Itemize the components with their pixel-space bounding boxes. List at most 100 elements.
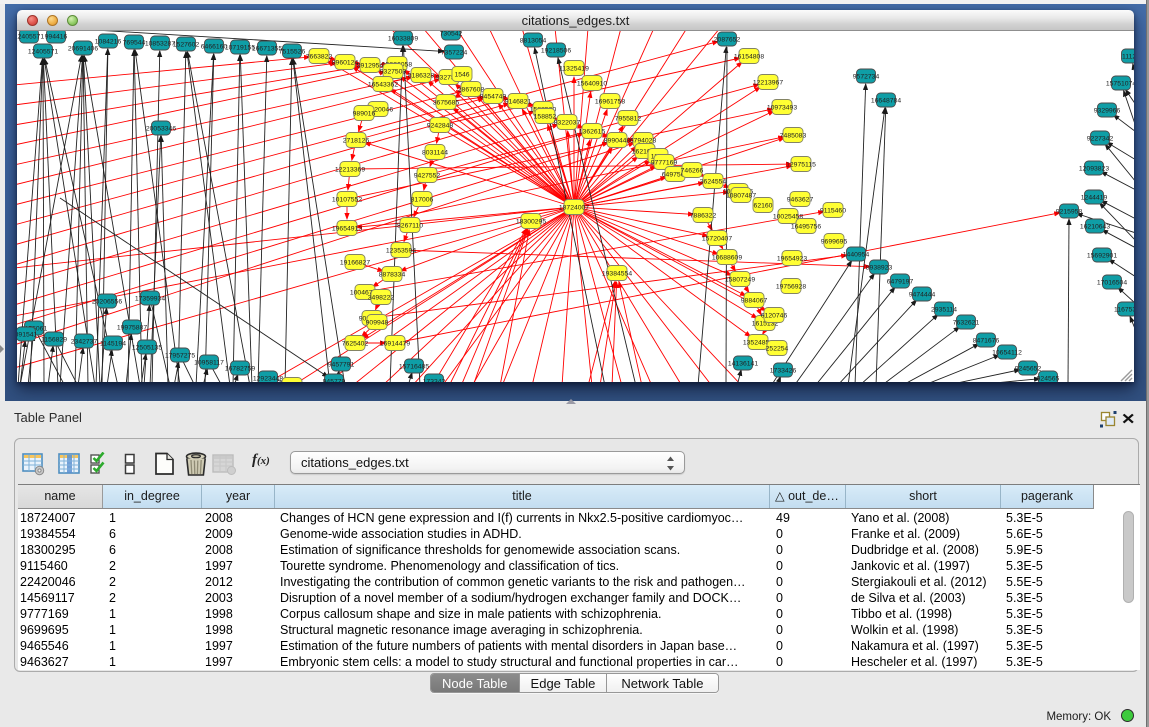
svg-text:12353594: 12353594 [386, 248, 416, 255]
svg-text:1362615: 1362615 [579, 129, 606, 136]
svg-text:9884067: 9884067 [741, 298, 768, 305]
svg-text:19756928: 19756928 [776, 284, 806, 291]
svg-text:19218506: 19218506 [541, 48, 571, 55]
svg-text:9463627: 9463627 [787, 197, 814, 204]
svg-text:9115460: 9115460 [820, 208, 846, 215]
svg-text:12093823: 12093823 [1079, 166, 1109, 173]
svg-text:12213369: 12213369 [335, 167, 365, 174]
svg-text:8267110: 8267110 [397, 223, 423, 230]
svg-text:7357224: 7357224 [441, 50, 468, 57]
svg-text:769544: 769544 [123, 40, 146, 47]
svg-text:62160: 62160 [754, 203, 773, 210]
svg-text:7485083: 7485083 [780, 133, 807, 140]
svg-text:12505135: 12505135 [132, 345, 162, 352]
svg-text:8990448: 8990448 [604, 138, 631, 145]
svg-text:3498222: 3498222 [368, 295, 395, 302]
svg-text:9215958: 9215958 [1056, 209, 1083, 216]
svg-text:1546: 1546 [454, 72, 469, 79]
svg-text:16671355: 16671355 [252, 46, 282, 53]
svg-text:9327503: 9327503 [380, 69, 407, 76]
svg-text:11325419: 11325419 [559, 66, 589, 73]
svg-text:7663822: 7663822 [306, 54, 333, 61]
svg-text:16961758: 16961758 [595, 99, 625, 106]
svg-text:1145194: 1145194 [100, 341, 126, 348]
svg-text:16782759: 16782759 [225, 366, 255, 373]
svg-text:12975115: 12975115 [786, 162, 816, 169]
svg-text:252254: 252254 [766, 346, 789, 353]
svg-text:10654112: 10654112 [992, 350, 1022, 357]
svg-text:2342737: 2342737 [71, 339, 98, 346]
svg-text:730542: 730542 [440, 31, 463, 38]
svg-text:9245652: 9245652 [1015, 366, 1042, 373]
svg-text:9329966: 9329966 [1094, 108, 1121, 115]
svg-text:3675685: 3675685 [433, 100, 460, 107]
svg-text:11121: 11121 [1122, 54, 1134, 61]
svg-text:8878334: 8878334 [379, 272, 406, 279]
svg-text:7625402: 7625402 [342, 341, 369, 348]
svg-text:909948: 909948 [366, 320, 389, 327]
svg-text:12213967: 12213967 [753, 80, 783, 87]
svg-text:9457791: 9457791 [328, 362, 355, 369]
svg-text:6479197: 6479197 [887, 279, 914, 286]
svg-text:10807487: 10807487 [726, 193, 756, 200]
svg-text:15692901: 15692901 [1087, 253, 1117, 260]
svg-text:15716485: 15716485 [399, 364, 429, 371]
svg-text:12923448: 12923448 [253, 376, 283, 383]
svg-text:10973493: 10973493 [767, 105, 797, 112]
svg-text:945779: 945779 [323, 379, 346, 383]
svg-text:8813054: 8813054 [520, 38, 547, 45]
svg-text:20206556: 20206556 [92, 299, 122, 306]
svg-text:2087652: 2087652 [714, 37, 741, 44]
svg-text:8938923: 8938923 [866, 265, 893, 272]
svg-text:16543362: 16543362 [368, 82, 398, 89]
svg-text:6120746: 6120746 [761, 313, 788, 320]
svg-text:20053346: 20053346 [146, 126, 176, 133]
svg-text:15751074: 15751074 [1106, 81, 1134, 88]
svg-text:2867608: 2867608 [458, 87, 485, 94]
svg-text:15807249: 15807249 [725, 277, 755, 284]
svg-text:12405571: 12405571 [17, 34, 44, 41]
svg-text:9227342: 9227342 [1087, 136, 1114, 143]
svg-text:20691406: 20691406 [68, 46, 98, 53]
svg-text:16210643: 16210643 [1080, 224, 1110, 231]
svg-text:8031144: 8031144 [422, 150, 448, 157]
svg-text:12405571: 12405571 [28, 49, 58, 56]
svg-text:1156829: 1156829 [41, 337, 67, 344]
svg-text:7886322: 7886322 [690, 213, 717, 220]
svg-text:1167533: 1167533 [1114, 307, 1134, 314]
svg-text:17359934: 17359934 [135, 296, 165, 303]
svg-text:14136141: 14136141 [728, 361, 758, 368]
svg-text:18724007: 18724007 [559, 205, 589, 212]
svg-text:9777169: 9777169 [651, 160, 678, 167]
svg-text:1084216: 1084216 [95, 39, 122, 46]
svg-text:817006: 817006 [411, 197, 434, 204]
svg-text:16495756: 16495756 [791, 224, 821, 231]
svg-text:19384554: 19384554 [602, 271, 632, 278]
svg-text:16154808: 16154808 [734, 54, 764, 61]
svg-text:9572734: 9572734 [853, 74, 880, 81]
svg-text:994416: 994416 [45, 34, 68, 41]
svg-text:16648784: 16648784 [871, 98, 901, 105]
svg-text:1440954: 1440954 [843, 252, 870, 259]
svg-text:16033809: 16033809 [388, 36, 418, 43]
svg-text:19654913: 19654913 [332, 226, 362, 233]
svg-text:19975887: 19975887 [117, 325, 147, 332]
svg-text:10107552: 10107552 [332, 197, 362, 204]
svg-text:8322037: 8322037 [554, 120, 581, 127]
svg-text:10688609: 10688609 [712, 255, 742, 262]
svg-text:15640910: 15640910 [577, 81, 607, 88]
svg-text:19166827: 19166827 [340, 260, 370, 267]
svg-text:3624554: 3624554 [700, 179, 727, 186]
svg-text:7632621: 7632621 [953, 320, 980, 327]
svg-text:173342: 173342 [423, 379, 446, 383]
svg-text:989016: 989016 [353, 111, 376, 118]
svg-text:16914479: 16914479 [380, 341, 410, 348]
svg-text:746266: 746266 [681, 168, 704, 175]
svg-text:19654923: 19654923 [777, 256, 807, 263]
svg-text:18300295: 18300295 [516, 219, 546, 226]
svg-text:8471676: 8471676 [973, 338, 1000, 345]
svg-text:15720407: 15720407 [702, 236, 732, 243]
svg-text:1733426: 1733426 [770, 368, 797, 375]
svg-text:2935114: 2935114 [931, 307, 957, 314]
svg-text:9699695: 9699695 [821, 239, 848, 246]
